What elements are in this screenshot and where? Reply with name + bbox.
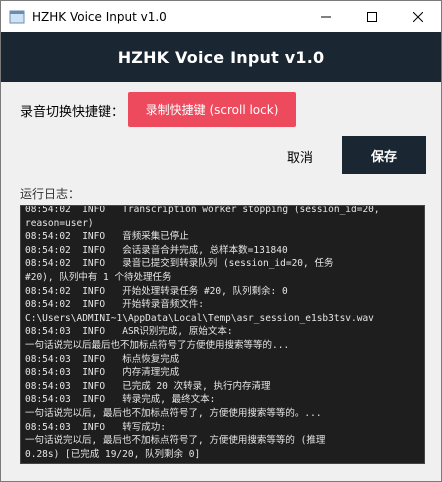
maximize-icon: [367, 11, 377, 22]
record-hotkey-button[interactable]: 录制快捷键 (scroll lock): [128, 92, 296, 127]
app-icon: [9, 10, 25, 23]
log-line: 08:54:02 INFO 开始转录音频文件:: [25, 299, 204, 311]
log-line: C:\Users\ADMINI~1\AppData\Local\Temp\asr…: [25, 312, 374, 324]
log-line: 0.28s) [已完成 19/20, 队列剩余 0]: [25, 448, 201, 460]
maximize-button[interactable]: [349, 1, 395, 32]
log-line: 08:54:03 INFO ASR识别完成, 原始文本:: [25, 326, 233, 338]
header-title: HZHK Voice Input v1.0: [117, 47, 325, 67]
minimize-icon: [321, 16, 331, 17]
minimize-button[interactable]: [303, 1, 349, 32]
log-line: 08:54:02 INFO 会话录音合并完成, 总样本数=131840: [25, 244, 288, 256]
log-label: 运行日志：: [20, 187, 81, 201]
close-icon: [413, 11, 423, 22]
log-line: 08:54:02 INFO 开始处理转录任务 #20, 队列剩余: 0: [25, 285, 288, 297]
log-line: #20), 队列中有 1 个待处理任务: [25, 271, 172, 283]
log-output[interactable]: 08:54:02 INFO Transcription worker stopp…: [20, 205, 425, 464]
log-lines: 08:54:02 INFO Transcription worker stopp…: [25, 205, 422, 461]
hotkey-label: 录音切换快捷键：: [20, 105, 125, 120]
log-line: 08:54:03 INFO 内存清理完成: [25, 367, 180, 379]
log-line: 一句话说完以后, 最后也不加标点符号了, 方便使用搜索等等的。...: [25, 407, 322, 419]
log-line: 一句话说完以后, 最后也不加标点符号了, 方便使用搜索等等的 (推理: [25, 435, 326, 447]
app-header: HZHK Voice Input v1.0: [1, 32, 441, 82]
log-line: 08:54:03 INFO 转写成功:: [25, 421, 166, 433]
cancel-button[interactable]: 取消: [271, 138, 329, 174]
save-button[interactable]: 保存: [342, 136, 426, 174]
log-line: 08:54:03 INFO 标点恢复完成: [25, 353, 180, 365]
log-line: 08:54:02 INFO 音频采集已停止: [25, 231, 189, 243]
title-bar: HZHK Voice Input v1.0: [1, 1, 441, 32]
close-button[interactable]: [395, 1, 441, 32]
log-line: 08:54:02 INFO 录音已提交到转录队列 (session_id=20,…: [25, 258, 334, 270]
log-line: 一句话说完以后最后也不加标点符号了方便使用搜索等等的...: [25, 339, 290, 351]
app-window: HZHK Voice Input v1.0 HZHK Voice Input v…: [0, 0, 442, 482]
log-line: reason=user): [25, 217, 94, 229]
log-line: 08:54:02 INFO Transcription worker stopp…: [25, 205, 380, 215]
window-title: HZHK Voice Input v1.0: [32, 9, 167, 24]
log-line: 08:54:03 INFO 已完成 20 次转录, 执行内存清理: [25, 380, 271, 392]
log-line: 08:54:03 INFO 转录完成, 最终文本:: [25, 394, 216, 406]
